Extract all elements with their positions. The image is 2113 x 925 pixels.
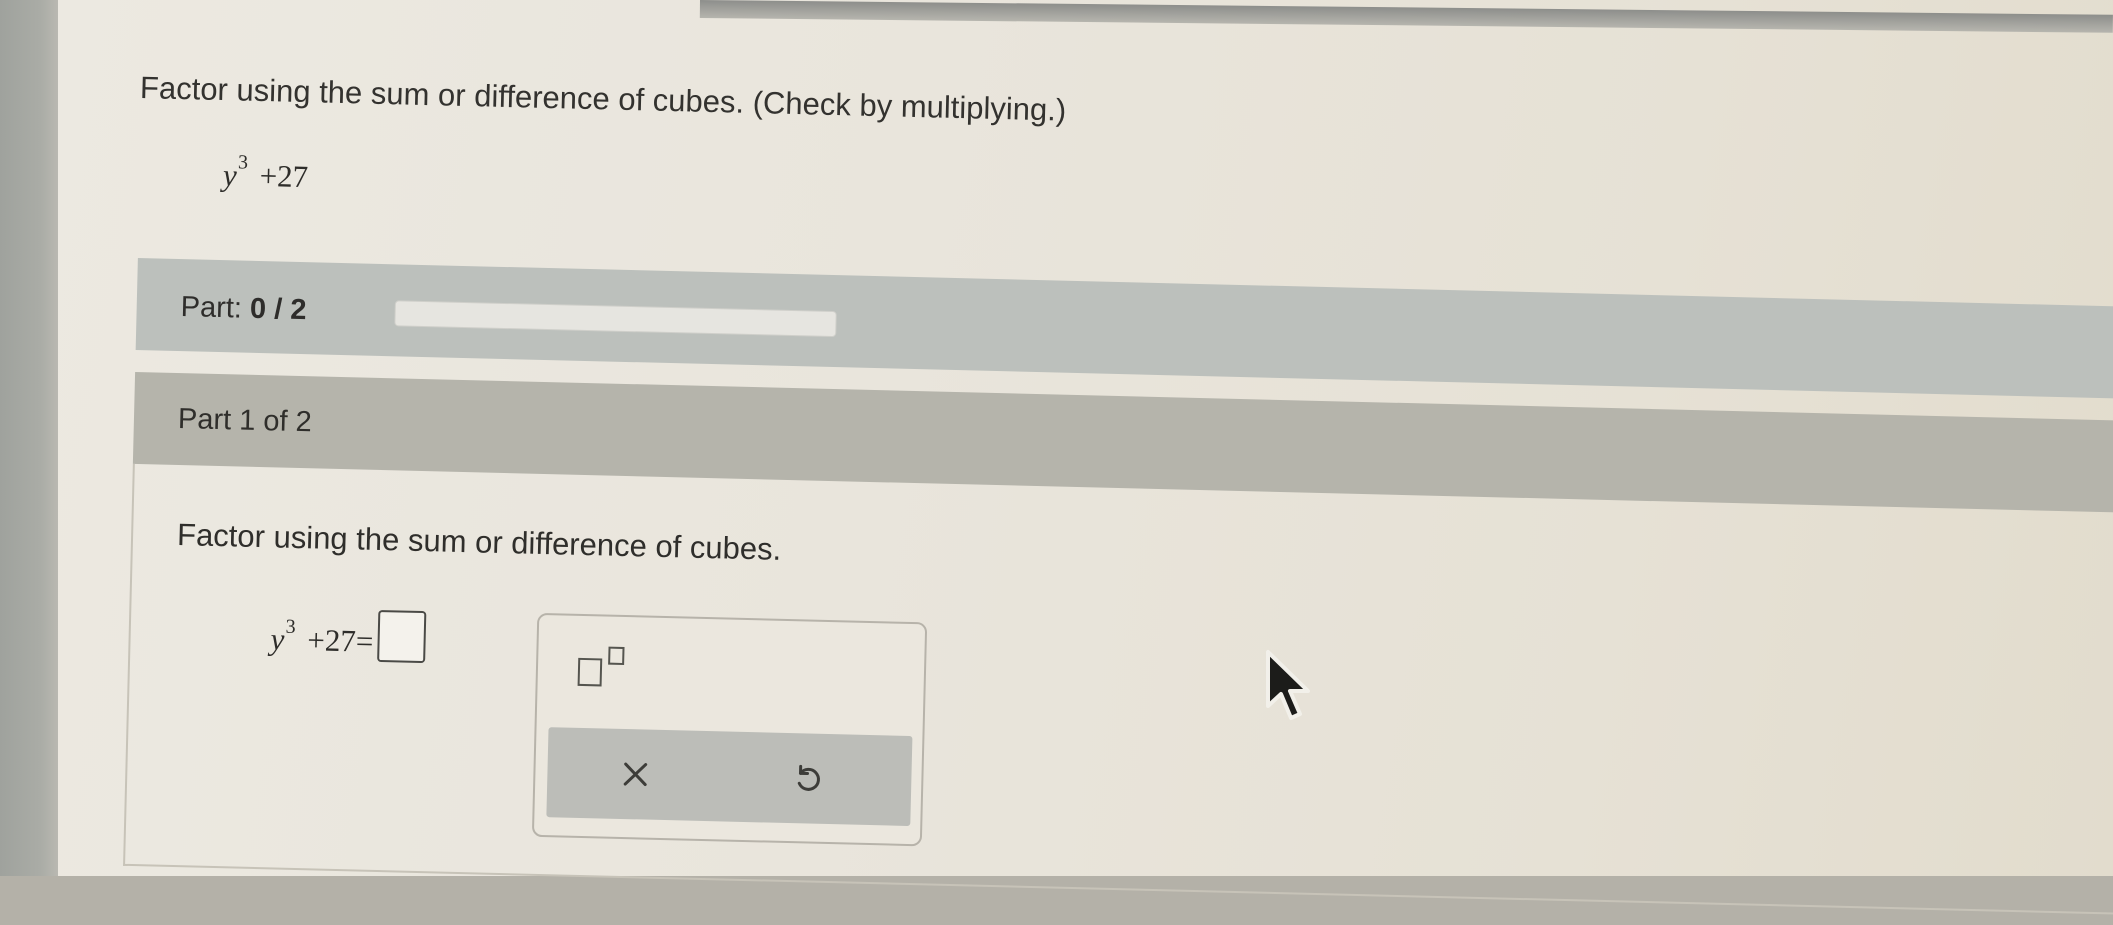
part-body: Factor using the sum or difference of cu…	[123, 463, 2113, 915]
expression-constant: +27	[259, 158, 309, 195]
answer-constant: +27=	[306, 622, 374, 659]
answer-expression: y3 +27=	[270, 607, 427, 664]
progress-bar-row: Part: 0 / 2	[135, 257, 2113, 399]
exponent-base-box	[577, 657, 603, 687]
question-prompt: Factor using the sum or difference of cu…	[139, 70, 1067, 128]
palette-action-bar	[546, 727, 913, 827]
exponent-power-box	[608, 646, 625, 665]
answer-exponent: 3	[285, 615, 296, 638]
progress-value: 0 / 2	[249, 292, 307, 327]
question-expression: y3 +27	[222, 151, 309, 195]
question-panel: Factor using the sum or difference of cu…	[0, 0, 2113, 924]
part-instruction: Factor using the sum or difference of cu…	[176, 517, 782, 567]
undo-icon[interactable]	[779, 753, 836, 804]
clear-icon[interactable]	[607, 749, 664, 800]
expression-variable: y	[222, 157, 238, 193]
exponent-template-icon[interactable]	[577, 642, 634, 691]
progress-fill	[395, 301, 396, 326]
answer-variable: y	[270, 621, 285, 657]
part-header-label: Part 1 of 2	[177, 403, 313, 439]
math-palette	[531, 612, 928, 847]
progress-label-text: Part:	[180, 291, 243, 325]
progress-track	[394, 300, 837, 338]
mouse-cursor-icon	[1266, 650, 1310, 720]
answer-input[interactable]	[376, 609, 427, 664]
progress-label: Part: 0 / 2	[180, 291, 307, 327]
expression-exponent: 3	[237, 151, 249, 174]
